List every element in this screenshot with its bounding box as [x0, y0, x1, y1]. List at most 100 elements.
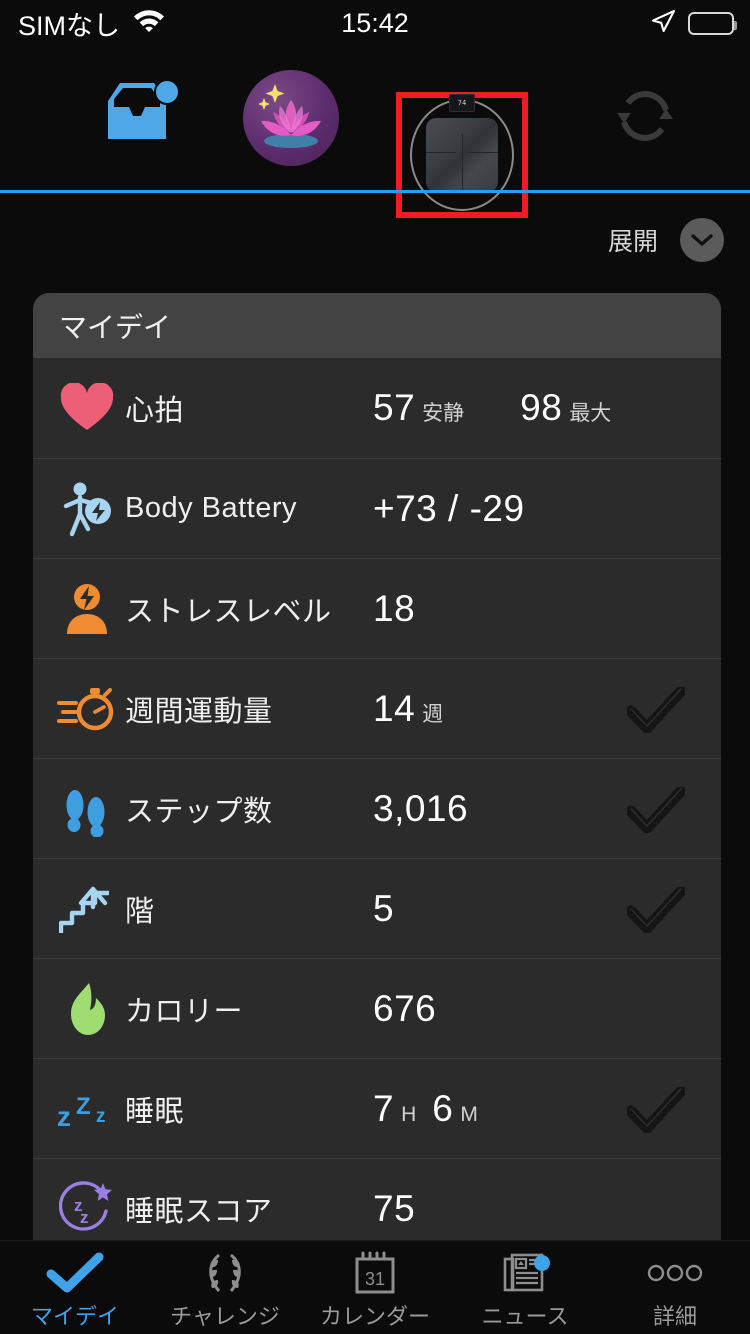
app-screen: SIMなし 15:42 74 展開 マイデイ 心拍 57 安静 98 最大 Bo… [0, 0, 750, 1334]
metric-value: 98 [520, 387, 563, 428]
metric-label: カロリー [125, 995, 244, 1028]
battery-icon [688, 11, 737, 35]
metric-row[interactable]: 階5 [33, 858, 721, 958]
tab-challenges[interactable]: チャレンジ [150, 1241, 300, 1334]
inbox-badge-dot [154, 78, 180, 105]
lotus-flower-avatar-icon [243, 70, 339, 166]
inbox-button[interactable] [62, 46, 208, 190]
tab-label: チャレンジ [170, 1304, 280, 1329]
newspaper-icon [502, 1251, 550, 1295]
metric-label: 週間運動量 [125, 695, 273, 728]
metric-label: 階 [125, 895, 155, 928]
bottom-tab-bar: マイデイ チャレンジ 31 カレンダー ニュース 詳細 [0, 1240, 750, 1334]
sync-refresh-icon [610, 81, 680, 156]
metric-label: 心拍 [125, 395, 185, 427]
metric-unit: 最大 [569, 402, 612, 425]
metric-values: +73 / -29 [373, 488, 525, 530]
card-title: マイデイ [59, 311, 172, 343]
laurel-wreath-icon [199, 1251, 251, 1295]
sleep-zzz-icon: zZz [55, 1077, 119, 1141]
metric-row[interactable]: z Zz 睡眠 7 H 6 M [33, 1058, 721, 1158]
metric-value: 5 [373, 887, 395, 929]
metric-value: 75 [373, 1187, 416, 1229]
heart-icon [55, 376, 119, 440]
tab-label: カレンダー [319, 1304, 430, 1329]
tab-label: マイデイ [30, 1304, 119, 1329]
metric-row[interactable]: Body Battery +73 / -29 [33, 458, 721, 558]
status-bar: SIMなし 15:42 [0, 0, 750, 46]
metric-values: 676 [373, 988, 436, 1030]
metric-label: 睡眠 [125, 1095, 185, 1128]
accent-divider [0, 190, 750, 193]
myday-card: マイデイ 心拍 57 安静 98 最大 Body Battery +73 / -29 ストレス… [33, 293, 721, 1258]
metric-unit: H [401, 1102, 417, 1126]
stress-level-icon [55, 577, 119, 641]
metric-unit: M [460, 1102, 478, 1126]
chevron-down-icon[interactable] [680, 218, 724, 262]
goal-met-checkmark-icon [625, 685, 687, 734]
metric-row[interactable]: 心拍 57 安静 98 最大 [33, 358, 721, 458]
checkmark-icon [46, 1251, 104, 1295]
metric-value: 7 [373, 1087, 395, 1129]
tab-calendar[interactable]: 31 カレンダー [300, 1241, 450, 1334]
more-dots-icon [645, 1251, 705, 1295]
svg-text:Z: Z [76, 1093, 91, 1120]
svg-text:z: z [57, 1101, 71, 1130]
goal-met-checkmark-icon [625, 885, 687, 934]
smart-scale-device-icon: 74 [410, 94, 514, 211]
status-bar-right [650, 8, 737, 39]
metric-label: ステップ数 [125, 795, 273, 828]
intensity-minutes-stopwatch-icon [55, 677, 119, 741]
metric-values: 75 [373, 1188, 415, 1230]
inbox-icon [92, 77, 180, 160]
flame-calories-icon [55, 977, 119, 1041]
metric-unit: 週 [422, 702, 444, 726]
scale-device-selected-highlight[interactable]: 74 [396, 92, 528, 218]
sync-button[interactable] [572, 46, 718, 190]
metric-label: Body Battery [125, 492, 298, 524]
metric-value: 3,016 [373, 787, 469, 829]
metric-value: 676 [373, 987, 437, 1029]
card-header: マイデイ [33, 293, 721, 358]
metric-values: 14 週 [373, 688, 443, 730]
metric-row[interactable]: ステップ数 3,016 [33, 758, 721, 858]
location-arrow-icon [650, 8, 676, 39]
metric-unit: 安静 [422, 402, 465, 425]
footsteps-icon [55, 777, 119, 841]
metric-row[interactable]: 週間運動量 14 週 [33, 658, 721, 758]
tab-myday[interactable]: マイデイ [0, 1241, 150, 1334]
body-battery-icon [55, 477, 119, 541]
metric-value: 57 [373, 387, 416, 428]
lotus-avatar-button[interactable] [218, 46, 364, 190]
metric-value: 6 [432, 1087, 454, 1129]
metric-value: 18 [373, 587, 416, 629]
tab-news[interactable]: ニュース [450, 1241, 600, 1334]
svg-text:z: z [80, 1208, 89, 1227]
device-header-bar: 74 [0, 46, 750, 218]
metric-row[interactable]: ストレスレベル 18 [33, 558, 721, 658]
metric-row[interactable]: カロリー 676 [33, 958, 721, 1058]
metric-values: 57 安静 98 最大 [373, 387, 611, 429]
svg-text:31: 31 [365, 1269, 385, 1289]
calendar-31-icon: 31 [352, 1251, 398, 1295]
metric-value: +73 / -29 [373, 487, 525, 529]
svg-text:z: z [96, 1106, 106, 1127]
tab-label: 詳細 [652, 1304, 697, 1329]
metric-value: 14 [373, 687, 416, 729]
expand-control[interactable]: 展開 [608, 218, 724, 262]
goal-met-checkmark-icon [625, 785, 687, 834]
metric-label: 睡眠スコア [125, 1195, 273, 1228]
scale-display: 74 [449, 94, 475, 112]
tab-label: ニュース [481, 1304, 569, 1329]
status-bar-clock: 15:42 [341, 7, 409, 38]
news-badge-dot [534, 1255, 550, 1271]
tab-more[interactable]: 詳細 [600, 1241, 750, 1334]
goal-met-checkmark-icon [625, 1085, 687, 1134]
metric-values: 3,016 [373, 788, 468, 830]
metric-label: ストレスレベル [125, 595, 332, 628]
sleep-score-moon-icon: zz [55, 1177, 119, 1241]
expand-label: 展開 [607, 228, 658, 256]
metric-values: 7H6M [373, 1088, 478, 1130]
stairs-floors-icon [55, 877, 119, 941]
metric-values: 18 [373, 588, 415, 630]
